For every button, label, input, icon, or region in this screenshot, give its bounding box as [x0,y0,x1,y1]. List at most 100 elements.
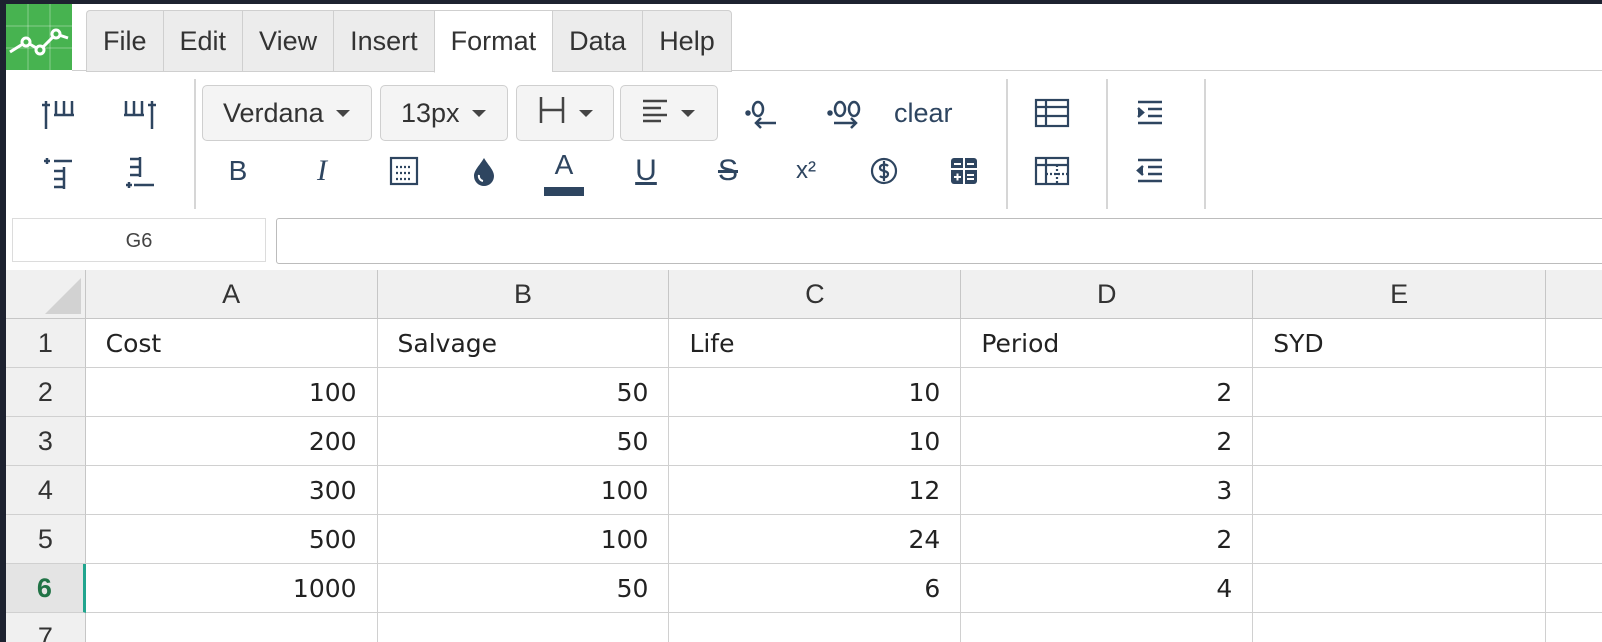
cell[interactable] [1546,466,1602,515]
font-size-value: 13px [401,97,460,128]
insert-row-below-icon[interactable] [118,151,162,195]
cell[interactable] [1253,564,1547,613]
cell[interactable]: 3 [961,466,1254,515]
cell[interactable]: 10 [669,368,962,417]
cell[interactable] [1546,319,1602,368]
cell[interactable]: 50 [377,564,670,613]
menu-format[interactable]: Format [433,10,553,73]
column-header[interactable] [1546,270,1602,319]
cell[interactable]: 12 [669,466,962,515]
align-select[interactable] [620,85,718,141]
cell[interactable]: Salvage [377,319,670,368]
insert-column-left-icon[interactable] [36,91,80,135]
cell[interactable]: 10 [669,417,962,466]
cell[interactable]: 2 [961,368,1254,417]
menu-data[interactable]: Data [552,10,643,72]
row-header[interactable]: 2 [6,368,86,417]
formula-input[interactable] [276,218,1602,264]
row-header[interactable]: 7 [6,613,86,642]
border-select[interactable] [516,85,614,141]
insert-column-right-icon[interactable] [118,91,162,135]
table-dotted-icon[interactable] [1030,149,1074,193]
cell[interactable]: 100 [85,368,378,417]
menu-edit[interactable]: Edit [162,10,243,72]
cell[interactable]: 2 [961,417,1254,466]
font-size-select[interactable]: 13px [380,85,508,141]
clear-button[interactable]: clear [894,91,953,135]
column-header[interactable]: D [961,270,1254,319]
table-icon[interactable] [1030,91,1074,135]
column-header[interactable]: B [377,270,670,319]
cell[interactable] [1253,417,1547,466]
select-all-corner[interactable] [6,270,86,319]
menu-view[interactable]: View [242,10,334,72]
font-color-icon[interactable]: A [542,145,586,199]
cell[interactable]: SYD [1253,319,1547,368]
column-header[interactable]: E [1253,270,1547,319]
cell[interactable] [1253,466,1547,515]
fill-color-icon[interactable] [462,149,506,193]
bold-icon[interactable]: B [216,149,260,193]
superscript-icon[interactable]: x² [784,149,828,193]
column-header-row: A B C D E [6,270,1602,319]
cell[interactable]: 300 [85,466,378,515]
column-header[interactable]: A [85,270,378,319]
calculator-icon[interactable] [942,149,986,193]
border-icon [537,95,567,132]
row-header-selected[interactable]: 6 [6,564,86,613]
cell[interactable]: 50 [377,417,670,466]
cell[interactable]: 24 [669,515,962,564]
font-family-select[interactable]: Verdana [202,85,372,141]
cell[interactable]: 100 [377,515,670,564]
table-row: 3 200 50 10 2 [6,417,1602,466]
cell[interactable] [1546,564,1602,613]
outdent-icon[interactable] [1128,149,1172,193]
cell[interactable]: 200 [85,417,378,466]
cell[interactable]: 2 [961,515,1254,564]
italic-icon[interactable]: I [300,149,344,193]
cell[interactable]: Life [669,319,962,368]
toolbar-separator [1204,79,1206,209]
menubar: File Edit View Insert Format Data Help [86,10,732,73]
cell[interactable]: 100 [377,466,670,515]
cell[interactable] [1546,613,1602,642]
row-header[interactable]: 5 [6,515,86,564]
insert-row-above-icon[interactable] [36,151,80,195]
spreadsheet-app: File Edit View Insert Format Data Help V… [6,4,1602,642]
currency-icon[interactable] [862,149,906,193]
row-header[interactable]: 4 [6,466,86,515]
column-header[interactable]: C [669,270,962,319]
cell[interactable] [1546,515,1602,564]
cell[interactable] [1546,417,1602,466]
menu-help[interactable]: Help [642,10,732,72]
menu-file[interactable]: File [86,10,163,72]
table-row: 1 Cost Salvage Life Period SYD [6,319,1602,368]
cell[interactable]: 50 [377,368,670,417]
row-header[interactable]: 1 [6,319,86,368]
increase-decimal-icon[interactable] [824,91,868,135]
cell[interactable] [669,613,962,642]
cell[interactable] [961,613,1254,642]
cell[interactable]: Cost [85,319,378,368]
cell[interactable] [1546,368,1602,417]
cell[interactable]: 4 [961,564,1254,613]
cell[interactable] [86,613,378,642]
cell[interactable] [378,613,670,642]
cell[interactable] [1253,515,1547,564]
menu-insert[interactable]: Insert [333,10,434,72]
decrease-decimal-icon[interactable] [740,91,784,135]
row-header[interactable]: 3 [6,417,86,466]
cell[interactable]: 6 [669,564,962,613]
cell[interactable]: Period [961,319,1254,368]
cell-border-icon[interactable] [382,149,426,193]
chevron-down-icon [335,109,350,117]
indent-icon[interactable] [1128,91,1172,135]
toolbar-separator [194,79,196,209]
underline-icon[interactable]: U [624,149,668,193]
cell[interactable]: 500 [85,515,378,564]
cell[interactable] [1253,613,1547,642]
cell-reference-box[interactable]: G6 [12,218,266,262]
cell[interactable]: 1000 [85,564,378,613]
cell[interactable] [1253,368,1547,417]
strikethrough-icon[interactable]: S [706,149,750,193]
